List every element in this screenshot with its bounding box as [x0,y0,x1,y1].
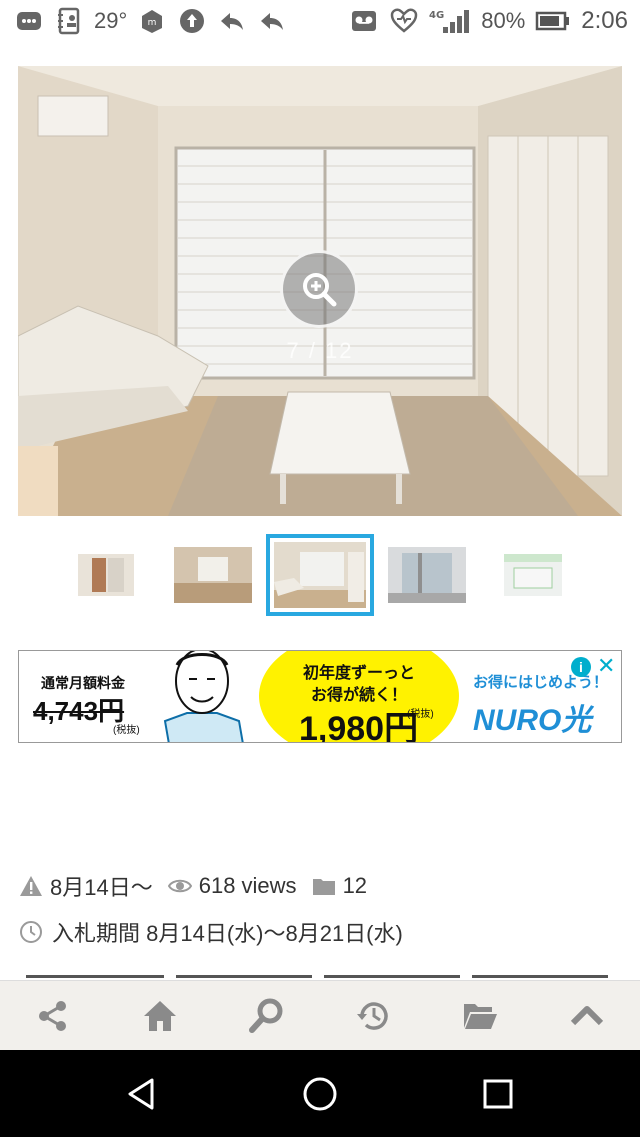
section-divider [26,975,616,979]
ad-old-label: 通常月額料金 [41,675,125,691]
bid-period-text: 入札期間 8月14日(水)〜8月21日(水) [52,921,403,946]
divider-segment-4 [472,975,608,978]
bid-period: 入札期間 8月14日(水)〜8月21日(水) [18,916,403,948]
ad-promo-line1: 初年度ずーっと [302,665,415,682]
scroll-top-button[interactable] [569,998,605,1034]
thumbnail-3-active[interactable] [266,534,374,616]
folder-button[interactable] [462,998,498,1034]
recents-button[interactable] [480,1076,516,1112]
search-button[interactable] [248,998,284,1034]
system-nav-bar [0,1050,640,1137]
thumbnail-1[interactable] [78,554,134,596]
ad-close-icon[interactable]: ✕ [597,655,615,677]
home-nav-button[interactable] [302,1076,338,1112]
meta-count-text: 12 [342,873,368,898]
message-icon [14,6,44,36]
zoom-button[interactable] [280,250,358,328]
ad-old-price: 4,743円 [33,696,125,726]
signal-icon: 4G [429,6,471,36]
clock: 2:06 [581,7,628,34]
history-icon [357,1002,388,1030]
ad-character-illustration [163,651,244,742]
ad-old-tax: (税抜) [113,725,140,736]
meta-views-text: 618 views [198,873,297,898]
open-folder-icon [464,1004,497,1029]
folder-icon [311,873,337,899]
battery-percent: 80% [481,8,526,33]
meta-views: 618 views [167,873,297,899]
meta-count: 12 [311,873,367,899]
ad-banner[interactable]: 通常月額料金 4,743円 (税抜) 初年度ずーっと お得が続く！ 1,980円… [18,650,622,743]
image-counter: 7 / 12 [286,338,354,363]
heart-rate-icon [389,6,419,36]
upload-icon [177,6,207,36]
ad-promo-price: 1,980円 [299,710,419,743]
meta-date-text: 8月14日〜 [50,875,153,900]
divider-segment-1 [26,975,164,978]
reply-icon [217,6,247,36]
status-bar: 29° m 4G 80% 2:06 [0,0,640,44]
battery-icon [535,6,571,36]
ad-brand-logo: NURO光 [473,704,592,737]
chevron-up-icon [570,1006,604,1026]
search-icon [249,998,283,1033]
temperature-text: 29° [94,8,128,33]
clock-icon [18,919,44,945]
thumbnail-2[interactable] [174,547,252,603]
share-button[interactable] [35,998,71,1034]
listing-meta: 8月14日〜 618 views 12 [18,870,381,902]
thumbnail-4[interactable] [388,547,466,603]
meta-date: 8月14日〜 [18,870,153,902]
home-circle-icon [303,1077,337,1111]
back-button[interactable] [124,1076,160,1112]
eye-icon [167,873,193,899]
bottom-toolbar [0,980,640,1051]
thumbnail-5[interactable] [504,554,562,596]
home-button[interactable] [142,998,178,1034]
voicemail-icon [349,6,379,36]
app-notification-icon: m [137,6,167,36]
svg-text:4G: 4G [429,10,444,21]
main-photo[interactable]: 7 / 12 [18,66,622,516]
zoom-in-icon [303,273,337,307]
ad-info-icon[interactable]: i [571,657,591,677]
history-button[interactable] [356,998,392,1034]
warning-icon [18,873,44,899]
svg-text:m: m [148,18,157,28]
reply-icon-2 [257,6,287,36]
recents-square-icon [483,1079,513,1109]
home-icon [144,1001,176,1031]
ad-promo-tax: (税抜) [407,709,434,720]
share-icon [39,1001,66,1031]
contact-card-icon [54,6,84,36]
back-triangle-icon [128,1078,154,1110]
divider-segment-3 [324,975,460,978]
divider-segment-2 [176,975,312,978]
thumbnail-strip [18,534,622,616]
